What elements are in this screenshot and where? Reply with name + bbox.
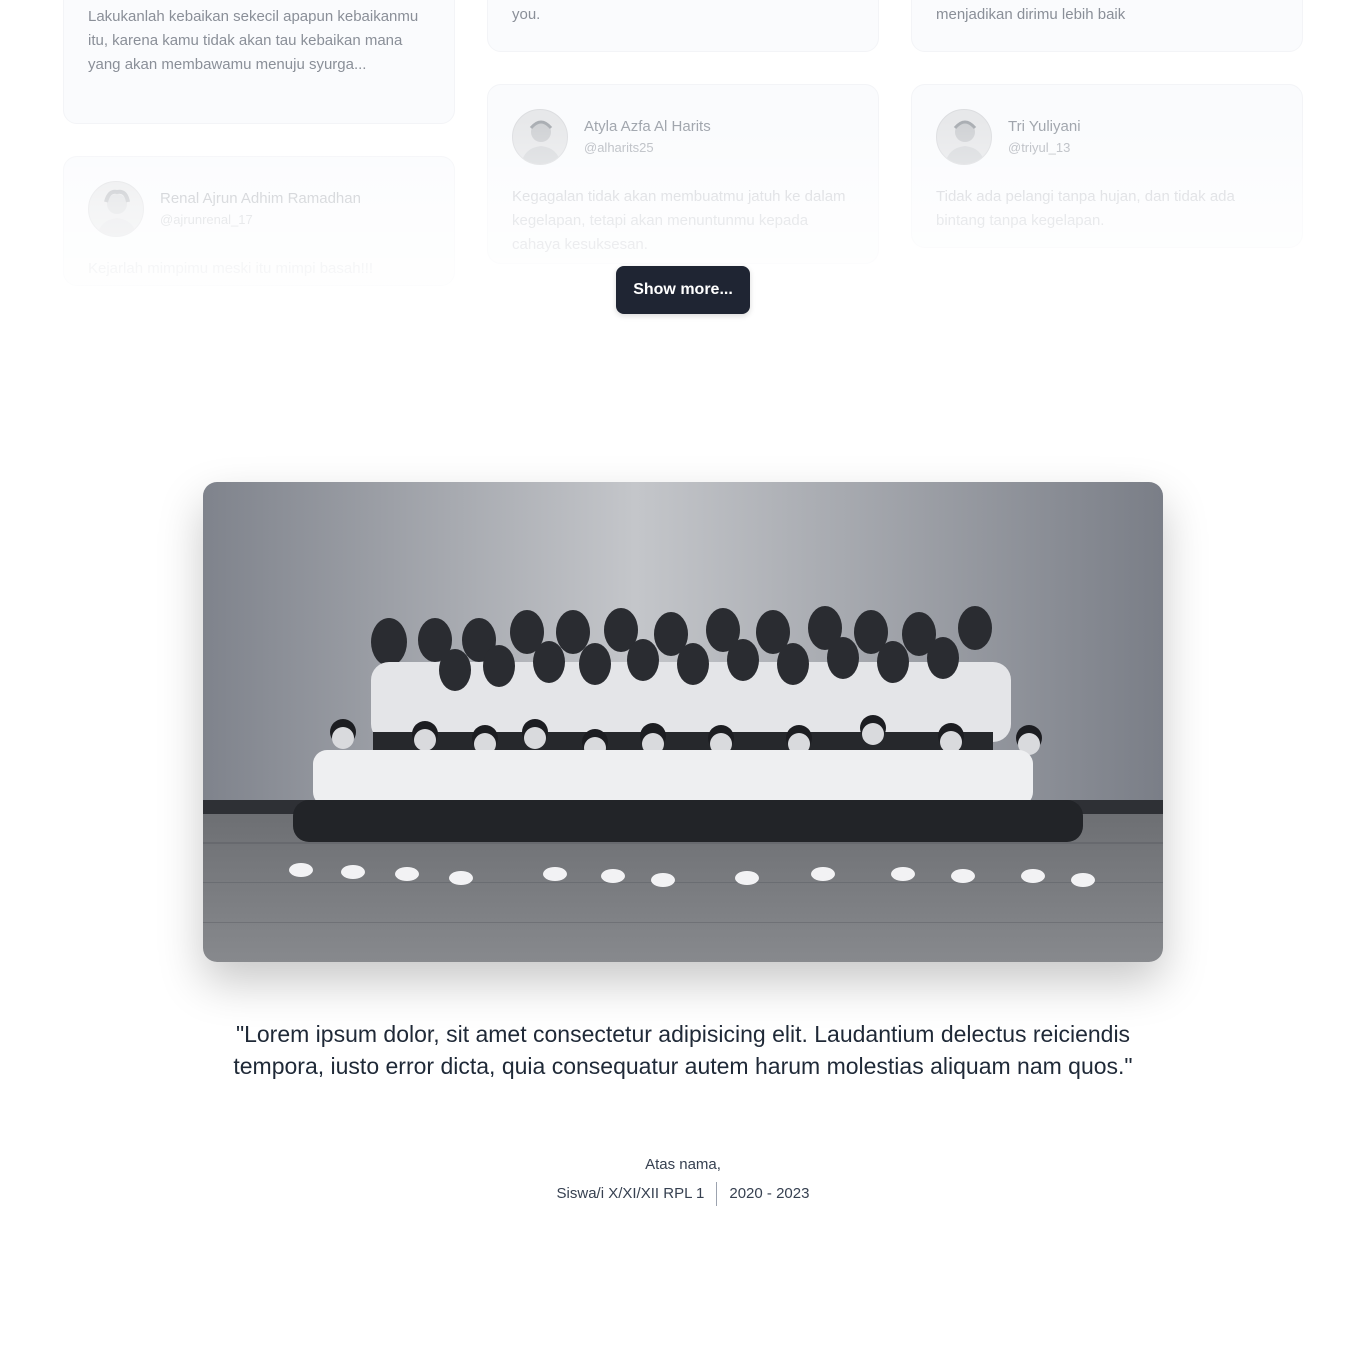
author-handle: @alharits25 [584, 140, 654, 155]
avatar [88, 181, 144, 237]
group-photo [203, 482, 1163, 962]
avatar [936, 109, 992, 165]
avatar [512, 109, 568, 165]
testimonial-quote: Lakukanlah kebaikan sekecil apapun kebai… [88, 8, 419, 73]
years: 2020 - 2023 [729, 1185, 810, 1202]
author-handle: @ajrunrenal_17 [160, 212, 253, 227]
author-name: Tri Yuliyani [1008, 118, 1081, 135]
testimonial-header: Atyla Azfa Al Harits @alharits25 [512, 109, 854, 165]
testimonial-card: Renal Ajrun Adhim Ramadhan @ajrunrenal_1… [63, 156, 455, 286]
author-handle: @triyul_13 [1008, 140, 1071, 155]
testimonial-card: Lakukanlah kebaikan sekecil apapun kebai… [63, 0, 455, 124]
testimonial-card: Tri Yuliyani @triyul_13 Tidak ada pelang… [911, 84, 1303, 248]
testimonial-card: menjadikan dirimu lebih baik [911, 0, 1303, 52]
on-behalf-label: Atas nama, [645, 1156, 721, 1173]
testimonial-quote: Kegagalan tidak akan membuatmu jatuh ke … [512, 188, 846, 253]
show-more-button[interactable]: Show more... [616, 266, 750, 314]
testimonial-quote: Tidak ada pelangi tanpa hujan, dan tidak… [936, 188, 1235, 229]
author-name: Atyla Azfa Al Harits [584, 118, 711, 135]
divider [716, 1182, 718, 1206]
signature: Atas nama, Siswa/i X/XI/XII RPL 1 2020 -… [383, 1154, 983, 1206]
testimonial-quote: you. [512, 6, 541, 23]
author-name: Renal Ajrun Adhim Ramadhan [160, 190, 361, 207]
closing-quote: "Lorem ipsum dolor, sit amet consectetur… [233, 1021, 1133, 1079]
class-name: Siswa/i X/XI/XII RPL 1 [556, 1185, 705, 1202]
testimonial-card: Atyla Azfa Al Harits @alharits25 Kegagal… [487, 84, 879, 264]
testimonial-header: Renal Ajrun Adhim Ramadhan @ajrunrenal_1… [88, 181, 430, 237]
testimonial-quote: menjadikan dirimu lebih baik [936, 6, 1126, 23]
testimonial-card: you. [487, 0, 879, 52]
page: Lakukanlah kebaikan sekecil apapun kebai… [0, 0, 1366, 1366]
testimonial-header: Tri Yuliyani @triyul_13 [936, 109, 1278, 165]
testimonial-quote: Kejarlah mimpimu meski itu mimpi basah!!… [88, 260, 374, 277]
